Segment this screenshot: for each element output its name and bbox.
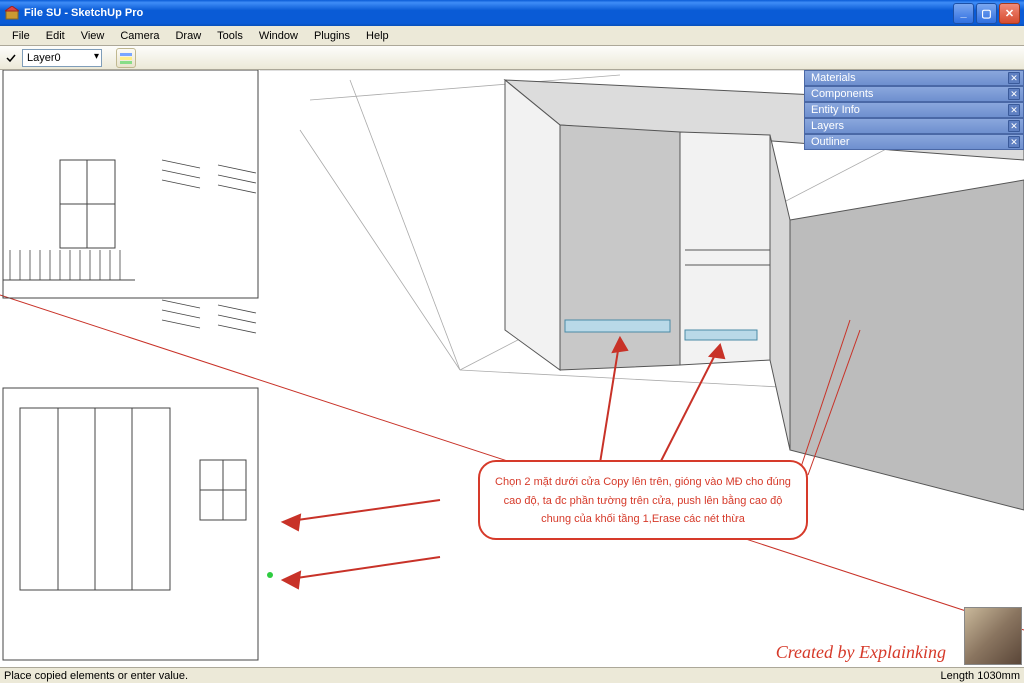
viewport-3d[interactable]: Materials ✕ Components ✕ Entity Info ✕ L… (0, 70, 1024, 667)
status-measure-value: 1030mm (977, 670, 1020, 682)
menu-tools[interactable]: Tools (209, 28, 251, 44)
statusbar: Place copied elements or enter value. Le… (0, 667, 1024, 683)
annotation-callout: Chọn 2 mặt dưới cửa Copy lên trên, gióng… (478, 460, 808, 540)
status-measure-label: Length (940, 670, 974, 682)
panel-label: Outliner (811, 136, 1008, 148)
menu-view[interactable]: View (73, 28, 113, 44)
layer-manager-button[interactable] (116, 48, 136, 68)
menu-plugins[interactable]: Plugins (306, 28, 358, 44)
panel-close-icon[interactable]: ✕ (1008, 120, 1020, 132)
annotation-text: Chọn 2 mặt dưới cửa Copy lên trên, gióng… (495, 476, 791, 525)
panel-entity-info[interactable]: Entity Info ✕ (804, 102, 1024, 118)
close-button[interactable]: ✕ (999, 3, 1020, 24)
menu-help[interactable]: Help (358, 28, 397, 44)
app-icon (4, 5, 20, 21)
panel-label: Materials (811, 72, 1008, 84)
toolbar: Layer0 (0, 46, 1024, 70)
window-title: File SU - SketchUp Pro (24, 7, 953, 19)
panel-label: Entity Info (811, 104, 1008, 116)
panel-materials[interactable]: Materials ✕ (804, 70, 1024, 86)
panel-outliner[interactable]: Outliner ✕ (804, 134, 1024, 150)
panel-label: Layers (811, 120, 1008, 132)
panels-stack: Materials ✕ Components ✕ Entity Info ✕ L… (804, 70, 1024, 150)
minimize-button[interactable]: _ (953, 3, 974, 24)
window-titlebar: File SU - SketchUp Pro _ ▢ ✕ (0, 0, 1024, 26)
panel-close-icon[interactable]: ✕ (1008, 88, 1020, 100)
layer-select[interactable]: Layer0 (22, 49, 102, 67)
menu-window[interactable]: Window (251, 28, 306, 44)
layer-selected-label: Layer0 (27, 52, 61, 64)
model-drawing (0, 70, 1024, 667)
watermark-text: Created by Explainking (776, 642, 946, 663)
panel-label: Components (811, 88, 1008, 100)
panel-close-icon[interactable]: ✕ (1008, 72, 1020, 84)
menu-camera[interactable]: Camera (112, 28, 167, 44)
menu-file[interactable]: File (4, 28, 38, 44)
panel-layers[interactable]: Layers ✕ (804, 118, 1024, 134)
layer-visible-check[interactable] (4, 51, 18, 65)
window-controls: _ ▢ ✕ (953, 3, 1020, 24)
status-hint: Place copied elements or enter value. (4, 670, 940, 682)
panel-components[interactable]: Components ✕ (804, 86, 1024, 102)
panel-close-icon[interactable]: ✕ (1008, 136, 1020, 148)
panel-close-icon[interactable]: ✕ (1008, 104, 1020, 116)
author-avatar (964, 607, 1022, 665)
menubar: File Edit View Camera Draw Tools Window … (0, 26, 1024, 46)
menu-draw[interactable]: Draw (167, 28, 209, 44)
menu-edit[interactable]: Edit (38, 28, 73, 44)
maximize-button[interactable]: ▢ (976, 3, 997, 24)
